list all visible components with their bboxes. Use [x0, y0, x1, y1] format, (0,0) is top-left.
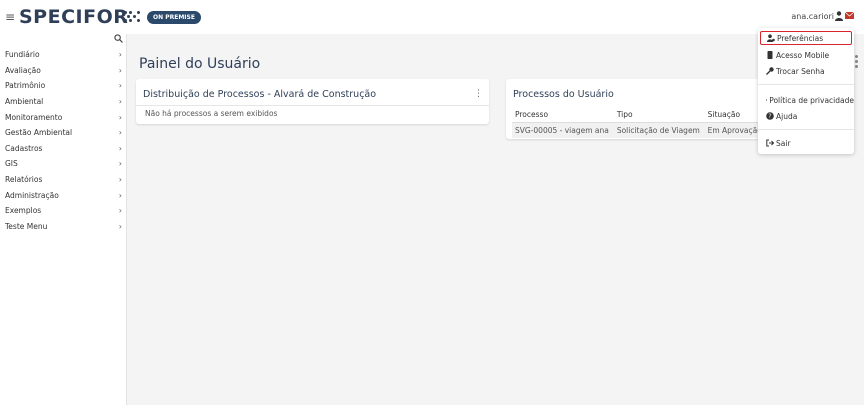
chevron-right-icon: ›: [118, 206, 122, 216]
column-header-processo[interactable]: Processo: [512, 107, 614, 123]
chevron-right-icon: ›: [118, 159, 122, 169]
sidebar-item-cadastros[interactable]: Cadastros ›: [0, 141, 127, 157]
question-icon: ?: [766, 112, 774, 120]
menu-item-label: Acesso Mobile: [776, 50, 830, 60]
sidebar-item-label: Cadastros: [5, 143, 43, 153]
sidebar-item-label: Gestão Ambiental: [5, 128, 73, 138]
kebab-menu-icon[interactable]: ⋮: [474, 90, 483, 99]
menu-item-label: Sair: [776, 138, 791, 148]
mobile-icon: [767, 51, 773, 59]
user-dropdown-menu: Preferências Acesso Mobile Trocar Senha …: [758, 28, 854, 154]
logo-text: SPECIFOR: [19, 6, 129, 28]
sidebar-item-exemplos[interactable]: Exemplos ›: [0, 203, 127, 219]
menu-item-ajuda[interactable]: ? Ajuda: [758, 109, 854, 123]
sidebar-item-fundiario[interactable]: Fundiário ›: [0, 47, 127, 63]
user-name[interactable]: ana.cariori: [791, 12, 834, 21]
chevron-right-icon: ›: [118, 65, 122, 75]
sidebar-item-ambiental[interactable]: Ambiental ›: [0, 94, 127, 110]
chevron-right-icon: ›: [118, 143, 122, 153]
sidebar-item-label: Monitoramento: [5, 112, 63, 122]
sidebar-item-gis[interactable]: GIS ›: [0, 156, 127, 172]
sidebar-item-monitoramento[interactable]: Monitoramento ›: [0, 109, 127, 125]
key-icon: [766, 67, 774, 75]
main-content: Painel do Usuário Distribuição de Proces…: [127, 34, 864, 405]
table-header-row: Processo Tipo Situação: [512, 107, 766, 123]
sidebar-item-label: Teste Menu: [5, 221, 48, 231]
search-icon[interactable]: [114, 34, 123, 43]
chevron-right-icon: ›: [118, 97, 122, 107]
menu-separator: [758, 84, 854, 85]
sidebar-item-gestao-ambiental[interactable]: Gestão Ambiental ›: [0, 125, 127, 141]
sidebar: Fundiário › Avaliação › Patrimônio › Ambien…: [0, 34, 127, 405]
page-title: Painel do Usuário: [139, 56, 261, 72]
column-header-situacao[interactable]: Situação: [704, 107, 766, 123]
chevron-right-icon: ›: [118, 81, 122, 91]
processes-table: Processo Tipo Situação SVG-00005 - viage…: [512, 107, 766, 138]
sidebar-item-relatorios[interactable]: Relatórios ›: [0, 172, 127, 188]
top-header: ≡ SPECIFOR ON PREMISE ana.cariori: [0, 0, 864, 34]
empty-message: Não há processos a serem exibidos: [145, 109, 278, 118]
chevron-right-icon: ›: [118, 112, 122, 122]
menu-item-preferencias[interactable]: Preferências: [760, 31, 852, 45]
menu-item-acesso-mobile[interactable]: Acesso Mobile: [758, 48, 854, 62]
sidebar-item-patrimonio[interactable]: Patrimônio ›: [0, 78, 127, 94]
menu-item-trocar-senha[interactable]: Trocar Senha: [758, 64, 854, 78]
sidebar-item-label: Patrimônio: [5, 81, 46, 91]
user-icon[interactable]: [835, 11, 843, 21]
chevron-right-icon: ›: [118, 128, 122, 138]
cell-situacao: Em Aprovação: [704, 122, 766, 138]
vertical-dots-icon[interactable]: [854, 55, 859, 69]
chevron-right-icon: ›: [118, 50, 122, 60]
menu-item-label: Preferências: [777, 33, 824, 43]
cell-processo: SVG-00005 - viagem ana: [512, 122, 614, 138]
user-processes-card: Processos do Usuário Processo Tipo Situa…: [506, 79, 766, 139]
sidebar-menu: Fundiário › Avaliação › Patrimônio › Ambien…: [0, 47, 127, 234]
on-premise-badge: ON PREMISE: [147, 11, 201, 24]
logo-dots-icon: [124, 11, 144, 23]
chevron-right-icon: ›: [118, 175, 122, 185]
menu-item-sair[interactable]: Sair: [758, 136, 854, 150]
sidebar-item-label: Avaliação: [5, 65, 41, 75]
svg-text:?: ?: [768, 113, 771, 120]
menu-item-label: Política de privacidade: [769, 95, 854, 105]
card-title: Processos do Usuário: [513, 89, 614, 100]
menu-separator: [758, 129, 854, 130]
distribution-card: Distribuição de Processos - Alvará de Co…: [136, 79, 489, 124]
user-cog-icon: [767, 34, 775, 42]
sidebar-item-label: Fundiário: [5, 50, 40, 60]
sidebar-item-teste-menu[interactable]: Teste Menu ›: [0, 219, 127, 235]
chevron-right-icon: ›: [118, 221, 122, 231]
sidebar-item-avaliacao[interactable]: Avaliação ›: [0, 63, 127, 79]
menu-item-politica-privacidade[interactable]: Política de privacidade: [758, 93, 854, 107]
sidebar-item-label: Ambiental: [5, 97, 44, 107]
sign-out-icon: [766, 139, 774, 147]
column-header-tipo[interactable]: Tipo: [613, 107, 705, 123]
card-title: Distribuição de Processos - Alvará de Co…: [143, 89, 377, 100]
divider: [136, 105, 489, 106]
hamburger-icon[interactable]: ≡: [5, 10, 15, 24]
sidebar-item-administracao[interactable]: Administração ›: [0, 187, 127, 203]
menu-item-label: Ajuda: [776, 111, 798, 121]
cell-tipo: Solicitação de Viagem: [613, 122, 705, 138]
envelope-icon[interactable]: [845, 12, 854, 19]
sidebar-item-label: Exemplos: [5, 206, 42, 216]
table-row[interactable]: SVG-00005 - viagem ana Solicitação de Vi…: [512, 122, 766, 138]
chevron-right-icon: ›: [118, 190, 122, 200]
sidebar-item-label: Administração: [5, 190, 59, 200]
sidebar-item-label: Relatórios: [5, 175, 43, 185]
sidebar-item-label: GIS: [5, 159, 18, 169]
document-icon: [766, 99, 768, 101]
menu-item-label: Trocar Senha: [776, 66, 825, 76]
